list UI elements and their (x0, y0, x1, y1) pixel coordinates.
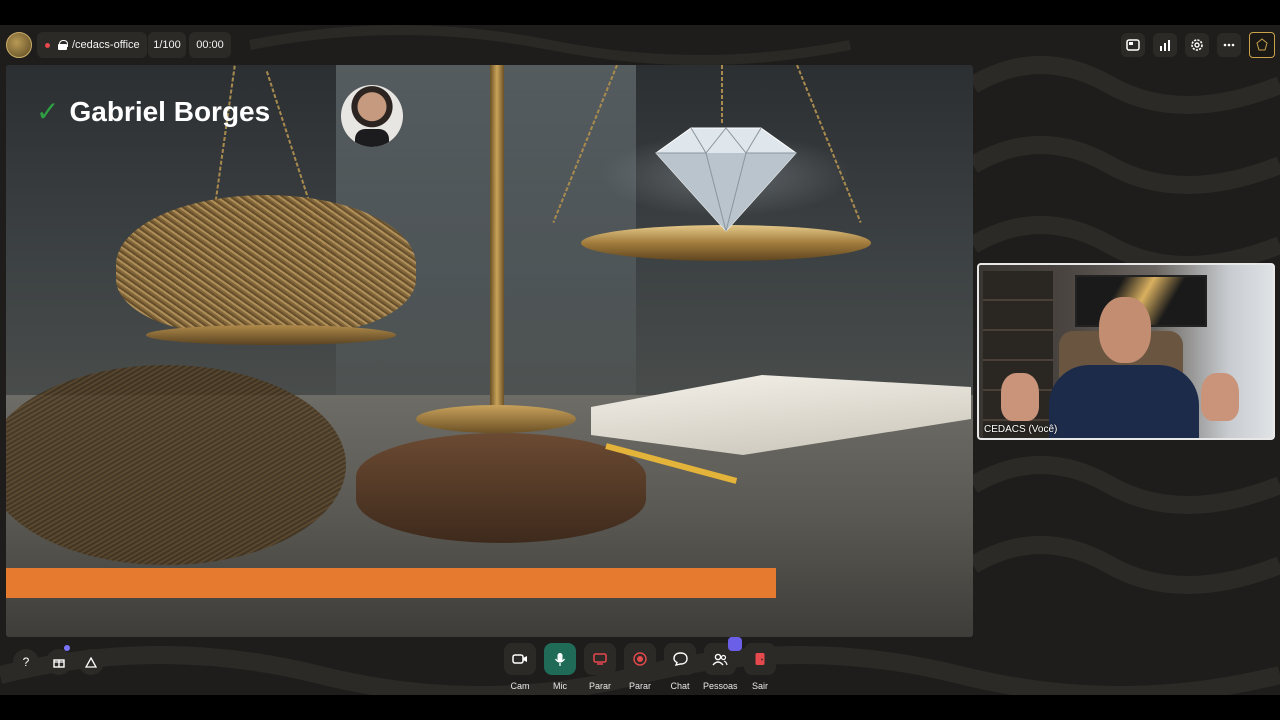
scale-pan-left (146, 325, 396, 345)
slide-progress-fill (6, 568, 776, 598)
record-icon (633, 652, 647, 666)
top-bar: /cedacs-office 1/100 00:00 (0, 25, 1280, 65)
video-hand-right (1201, 373, 1239, 421)
gift-icon (53, 659, 65, 668)
chain-right-1 (721, 65, 723, 125)
video-hand-left (1001, 373, 1039, 421)
people-control[interactable]: Pessoas (703, 637, 742, 691)
video-person-head (1099, 297, 1151, 363)
leave-label: Sair (751, 681, 768, 691)
room-indicator[interactable]: /cedacs-office (37, 32, 147, 58)
stop-record-button[interactable] (624, 643, 656, 675)
bottom-bar: ? Cam Mic Parar Parar Chat Pessoas Sair (0, 637, 1280, 695)
participant-count: 1/100 (148, 32, 186, 58)
screen-layout-button[interactable] (1121, 33, 1145, 57)
notification-dot (64, 645, 70, 651)
mic-label: Mic (553, 681, 567, 691)
mic-button[interactable] (544, 643, 576, 675)
mic-control[interactable]: Mic (543, 643, 577, 691)
chat-icon (672, 652, 688, 666)
gift-button[interactable] (46, 649, 72, 675)
presenter-name-heading: ✓ Gabriel Borges (36, 95, 270, 128)
camera-control[interactable]: Cam (503, 643, 537, 691)
stop-share-button[interactable] (584, 643, 616, 675)
stop-record-label: Parar (628, 681, 651, 691)
stats-button[interactable] (1153, 33, 1177, 57)
brand-icon (1249, 32, 1275, 58)
people-badge-icon (728, 637, 742, 651)
self-video-label: CEDACS (Você) (984, 424, 1058, 435)
presenter-name: Gabriel Borges (69, 95, 271, 127)
people-icon (712, 653, 728, 665)
meeting-timer: 00:00 (189, 32, 231, 58)
scale-pole (490, 65, 504, 410)
camera-label: Cam (510, 681, 530, 691)
camera-icon (512, 654, 527, 664)
slide-progress-bar (6, 568, 973, 598)
settings-button[interactable] (1185, 33, 1209, 57)
self-video-tile[interactable]: CEDACS (Você) (977, 263, 1275, 440)
chat-label: Chat (670, 681, 690, 691)
settings-gear-icon (1191, 39, 1203, 51)
hay-pile (116, 195, 416, 335)
scale-base (356, 433, 646, 543)
stats-icon (1160, 40, 1170, 51)
meeting-app: /cedacs-office 1/100 00:00 ✓ Gabriel Bor… (0, 25, 1280, 695)
chain-left-1 (214, 65, 236, 205)
screen-share-icon (593, 653, 607, 665)
warning-icon (85, 656, 97, 668)
chat-control[interactable]: Chat (663, 643, 697, 691)
logo-icon (6, 32, 32, 58)
leave-control[interactable]: Sair (743, 643, 777, 691)
video-person-body (1049, 365, 1199, 438)
check-icon: ✓ (36, 96, 60, 127)
room-name: /cedacs-office (72, 39, 140, 51)
help-button[interactable]: ? (13, 649, 39, 675)
leave-button[interactable] (744, 643, 776, 675)
scale-base-top (416, 405, 576, 433)
more-icon (1223, 43, 1235, 47)
report-button[interactable] (78, 649, 104, 675)
lock-icon (58, 40, 68, 50)
stop-share-label: Parar (588, 681, 611, 691)
microphone-icon (554, 652, 566, 666)
presentation-slide: ✓ Gabriel Borges (6, 65, 973, 637)
chat-button[interactable] (664, 643, 696, 675)
screen-icon (1126, 39, 1140, 51)
presenter-avatar (341, 85, 403, 147)
screen-share-control[interactable]: Parar (583, 643, 617, 691)
people-button[interactable] (704, 637, 742, 675)
camera-button[interactable] (504, 643, 536, 675)
recording-dot-icon (45, 42, 50, 48)
people-label: Pessoas (703, 681, 738, 691)
leave-icon (755, 653, 765, 665)
help-icon: ? (22, 655, 30, 669)
record-control[interactable]: Parar (623, 643, 657, 691)
more-options-button[interactable] (1217, 33, 1241, 57)
diamond-icon (655, 127, 797, 232)
